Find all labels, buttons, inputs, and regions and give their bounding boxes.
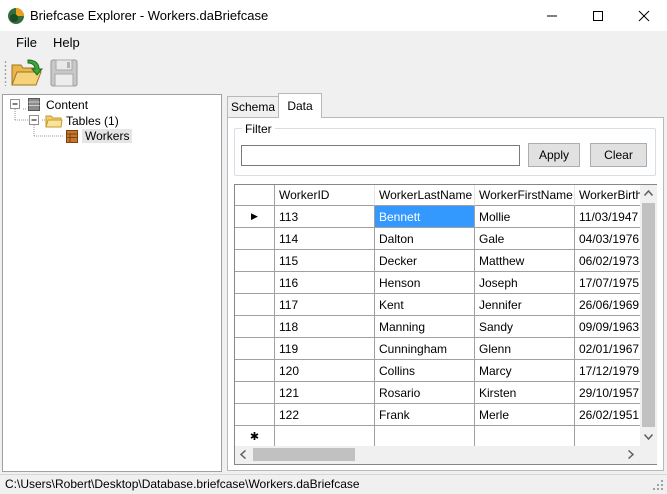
- grid-cell[interactable]: 120: [275, 360, 375, 382]
- folder-icon: [45, 115, 63, 128]
- grid-cell[interactable]: Kirsten: [475, 382, 575, 404]
- grid-cell[interactable]: Jennifer: [475, 294, 575, 316]
- data-grid[interactable]: WorkerID WorkerLastName WorkerFirstName Wor…: [234, 184, 657, 465]
- minimize-icon: [547, 15, 557, 16]
- column-header[interactable]: WorkerFirstName: [475, 185, 575, 206]
- row-header[interactable]: [235, 228, 275, 250]
- tree-item-content[interactable]: Content: [46, 98, 88, 112]
- tree-item-workers[interactable]: Workers: [82, 129, 133, 143]
- close-button[interactable]: [621, 0, 667, 31]
- row-header[interactable]: [235, 404, 275, 426]
- grid-cell[interactable]: Kent: [375, 294, 475, 316]
- grid-cell[interactable]: Henson: [375, 272, 475, 294]
- grid-cell[interactable]: Glenn: [475, 338, 575, 360]
- row-header[interactable]: [235, 294, 275, 316]
- grid-cell[interactable]: Merle: [475, 404, 575, 426]
- grid-cell[interactable]: Sandy: [475, 316, 575, 338]
- grid-cell[interactable]: Dalton: [375, 228, 475, 250]
- grid-cell[interactable]: Matthew: [475, 250, 575, 272]
- vertical-scroll-thumb[interactable]: [642, 203, 655, 427]
- database-icon: [28, 98, 40, 111]
- app-icon: [8, 8, 24, 24]
- row-header[interactable]: [235, 360, 275, 382]
- save-disk-icon: [50, 59, 78, 87]
- grid-cell[interactable]: 117: [275, 294, 375, 316]
- content-tree[interactable]: Content Tables (1) Workers: [2, 94, 222, 472]
- grid-cell[interactable]: 115: [275, 250, 375, 272]
- table-icon: [66, 130, 78, 143]
- clear-button[interactable]: Clear: [590, 143, 647, 167]
- maximize-icon: [593, 10, 603, 21]
- grid-cell[interactable]: 116: [275, 272, 375, 294]
- row-header[interactable]: [235, 272, 275, 294]
- new-row-cell[interactable]: [475, 426, 575, 448]
- minimize-button[interactable]: [529, 0, 575, 31]
- new-row-header[interactable]: ✱: [235, 426, 275, 448]
- tab-schema[interactable]: Schema: [227, 96, 279, 117]
- row-header[interactable]: [235, 382, 275, 404]
- grid-cell[interactable]: 114: [275, 228, 375, 250]
- status-path: C:\Users\Robert\Desktop\Database.briefca…: [5, 477, 360, 491]
- column-header[interactable]: WorkerID: [275, 185, 375, 206]
- new-row-cell[interactable]: [375, 426, 475, 448]
- toolbar: [0, 54, 667, 92]
- scroll-up-icon[interactable]: [644, 190, 653, 196]
- new-row-cell[interactable]: [275, 426, 375, 448]
- toolbar-grip[interactable]: [4, 60, 7, 86]
- menu-file[interactable]: File: [16, 35, 37, 50]
- grid-cell[interactable]: 113: [275, 206, 375, 228]
- row-header[interactable]: ▶: [235, 206, 275, 228]
- grid-cell[interactable]: Gale: [475, 228, 575, 250]
- open-folder-icon: [11, 59, 44, 86]
- tree-item-tables[interactable]: Tables (1): [66, 114, 119, 128]
- grid-cell[interactable]: Rosario: [375, 382, 475, 404]
- grid-cell[interactable]: Collins: [375, 360, 475, 382]
- grid-cell[interactable]: 119: [275, 338, 375, 360]
- scroll-right-icon[interactable]: [628, 450, 634, 459]
- size-grip-icon[interactable]: [651, 478, 665, 492]
- grid-cell[interactable]: 122: [275, 404, 375, 426]
- grid-cell[interactable]: Bennett: [375, 206, 475, 228]
- grid-cell[interactable]: Frank: [375, 404, 475, 426]
- grid-cell[interactable]: Manning: [375, 316, 475, 338]
- row-header[interactable]: [235, 338, 275, 360]
- grid-cell[interactable]: Cunningham: [375, 338, 475, 360]
- grid-cell[interactable]: 121: [275, 382, 375, 404]
- window-title: Briefcase Explorer - Workers.daBriefcase: [30, 8, 269, 23]
- close-icon: [638, 10, 650, 21]
- save-button[interactable]: [48, 57, 80, 89]
- grid-corner-header[interactable]: [235, 185, 275, 206]
- grid-cell[interactable]: Mollie: [475, 206, 575, 228]
- grid-cell[interactable]: 118: [275, 316, 375, 338]
- scroll-corner: [640, 446, 657, 464]
- filter-input[interactable]: [241, 145, 520, 166]
- grid-cell[interactable]: Decker: [375, 250, 475, 272]
- menu-help[interactable]: Help: [53, 35, 80, 50]
- grid-cell[interactable]: Joseph: [475, 272, 575, 294]
- horizontal-scroll-thumb[interactable]: [253, 448, 355, 461]
- menu-bar: [0, 31, 667, 54]
- tab-data[interactable]: Data: [278, 93, 322, 118]
- row-header[interactable]: [235, 316, 275, 338]
- apply-button[interactable]: Apply: [528, 143, 580, 167]
- scroll-left-icon[interactable]: [240, 450, 246, 459]
- maximize-button[interactable]: [575, 0, 621, 31]
- collapse-icon[interactable]: [10, 99, 21, 110]
- row-header[interactable]: [235, 250, 275, 272]
- column-header[interactable]: WorkerLastName: [375, 185, 475, 206]
- open-button[interactable]: [10, 57, 44, 89]
- collapse-icon[interactable]: [29, 115, 40, 126]
- scroll-down-icon[interactable]: [644, 434, 653, 440]
- filter-legend: Filter: [242, 122, 275, 136]
- grid-cell[interactable]: Marcy: [475, 360, 575, 382]
